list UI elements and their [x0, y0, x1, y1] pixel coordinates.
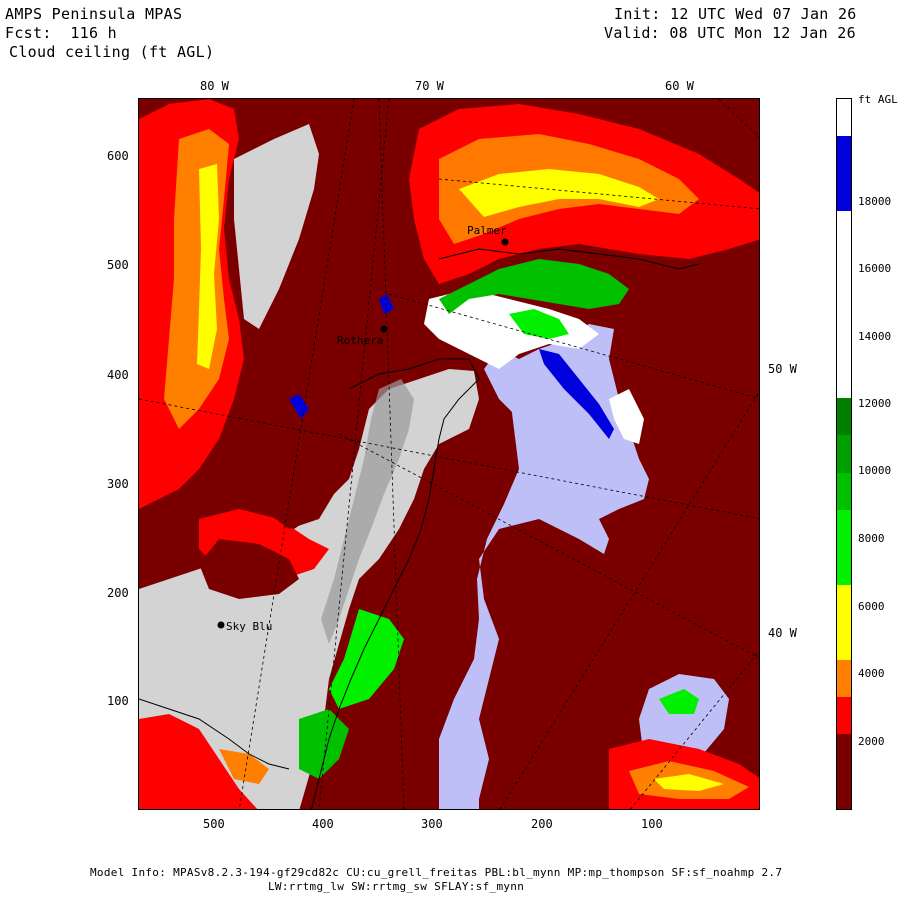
y-tick-600: 600: [107, 149, 129, 163]
colorbar-segment: [837, 397, 851, 436]
x-tick-300: 300: [421, 817, 443, 831]
init-time: Init: 12 UTC Wed 07 Jan 26: [614, 5, 857, 23]
model-info-line1: Model Info: MPASv8.2.3-194-gf29cd82c CU:…: [90, 866, 783, 879]
model-title: AMPS Peninsula MPAS: [5, 5, 183, 23]
colorbar-segment: [837, 771, 851, 809]
station-marker-palmer: [501, 238, 509, 246]
colorbar-segment: [837, 435, 851, 474]
longitude-label-70w: 70 W: [415, 79, 444, 93]
valid-time: Valid: 08 UTC Mon 12 Jan 26: [604, 24, 856, 42]
colorbar-segment: [837, 510, 851, 548]
station-label-rothera: Rothera: [337, 334, 383, 347]
colorbar-segment: [837, 173, 851, 212]
colorbar-segment: [837, 285, 851, 324]
colorbar-segment: [837, 472, 851, 511]
y-tick-200: 200: [107, 586, 129, 600]
forecast-hour: Fcst: 116 h: [5, 24, 117, 42]
x-tick-500: 500: [203, 817, 225, 831]
colorbar-segment: [837, 696, 851, 735]
station-label-palmer: Palmer: [467, 224, 507, 237]
colorbar-segment: [837, 211, 851, 249]
colorbar-tick-18000: 18000: [858, 195, 892, 208]
colorbar-segment: [837, 584, 851, 623]
y-tick-300: 300: [107, 477, 129, 491]
model-info-line2: LW:rrtmg_lw SW:rrtmg_sw SFLAY:sf_mynn: [268, 880, 525, 893]
colorbar-segment: [837, 323, 851, 362]
colorbar-segment: [837, 99, 851, 137]
colorbar-segment: [837, 248, 851, 287]
longitude-label-60w: 60 W: [665, 79, 694, 93]
y-tick-500: 500: [107, 258, 129, 272]
longitude-label-40w: 40 W: [768, 626, 797, 640]
station-marker-rothera: [380, 325, 388, 333]
station-label-sky-blu: Sky Blu: [226, 620, 272, 633]
map-canvas: Palmer Rothera Sky Blu: [139, 99, 759, 809]
colorbar-tick-14000: 14000: [858, 330, 892, 343]
x-tick-400: 400: [312, 817, 334, 831]
colorbar: [836, 98, 852, 810]
field-name: Cloud ceiling (ft AGL): [9, 43, 215, 61]
colorbar-unit-label: ft AGL: [858, 93, 898, 106]
colorbar-tick-6000: 6000: [858, 600, 885, 613]
colorbar-segment: [837, 734, 851, 773]
x-tick-100: 100: [641, 817, 663, 831]
colorbar-segment: [837, 622, 851, 661]
x-tick-200: 200: [531, 817, 553, 831]
colorbar-segment: [837, 360, 851, 399]
forecast-map-page: AMPS Peninsula MPAS Fcst: 116 h Cloud ce…: [0, 0, 900, 900]
longitude-label-50w: 50 W: [768, 362, 797, 376]
colorbar-segment: [837, 547, 851, 586]
colorbar-tick-2000: 2000: [858, 735, 885, 748]
colorbar-segment: [837, 659, 851, 698]
colorbar-segment: [837, 136, 851, 175]
y-tick-400: 400: [107, 368, 129, 382]
longitude-label-80w: 80 W: [200, 79, 229, 93]
colorbar-tick-16000: 16000: [858, 262, 892, 275]
colorbar-tick-8000: 8000: [858, 532, 885, 545]
station-marker-sky-blu: [217, 621, 225, 629]
map-panel: Palmer Rothera Sky Blu: [138, 98, 760, 810]
colorbar-tick-12000: 12000: [858, 397, 892, 410]
colorbar-tick-4000: 4000: [858, 667, 885, 680]
colorbar-tick-10000: 10000: [858, 464, 892, 477]
y-tick-100: 100: [107, 694, 129, 708]
